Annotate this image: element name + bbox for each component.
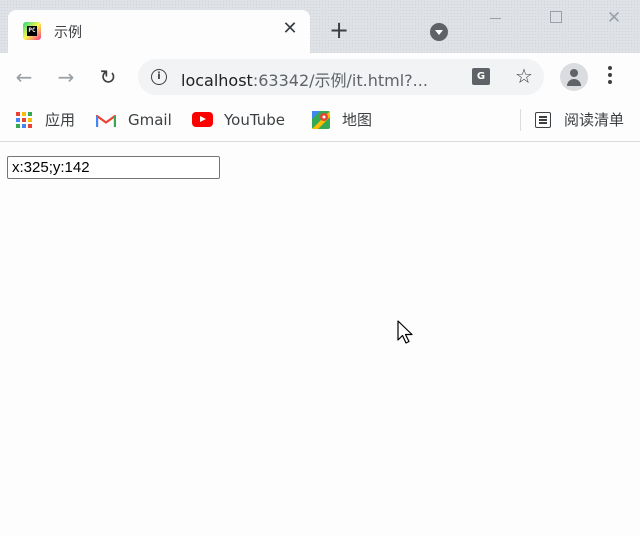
address-bar[interactable]: i localhost:63342/示例/it.html?... G ☆ — [138, 59, 544, 95]
apps-grid-icon — [16, 112, 33, 129]
bookmark-star-icon[interactable]: ☆ — [512, 64, 536, 88]
tab-close-icon[interactable]: ✕ — [280, 19, 300, 39]
coordinates-input[interactable] — [7, 156, 220, 179]
tab-strip: PC 示例 ✕ + ✕ — [0, 0, 640, 53]
reload-button[interactable]: ↻ — [96, 65, 120, 89]
mouse-pointer-icon — [397, 320, 413, 344]
browser-tab[interactable]: PC 示例 ✕ — [8, 10, 310, 53]
bookmark-label: 应用 — [45, 111, 76, 129]
reading-list-icon — [535, 112, 551, 128]
window-close-button[interactable]: ✕ — [604, 8, 624, 28]
site-info-icon[interactable]: i — [151, 69, 167, 85]
bookmark-label: Gmail — [128, 111, 172, 129]
bookmark-label: YouTube — [224, 111, 285, 129]
back-button[interactable]: ← — [12, 65, 36, 89]
gmail-icon — [96, 114, 116, 127]
bookmarks-bar: 应用 Gmail YouTube 地图 阅读清单 — [0, 101, 640, 142]
pycharm-favicon-icon: PC — [23, 22, 41, 40]
bookmarks-divider — [520, 109, 521, 131]
maximize-button[interactable] — [546, 8, 566, 28]
url-text[interactable]: localhost:63342/示例/it.html?... — [181, 67, 428, 91]
tab-search-icon[interactable] — [430, 23, 448, 41]
translate-icon[interactable]: G — [472, 68, 490, 85]
tab-title: 示例 — [54, 25, 82, 41]
page-content — [0, 142, 640, 536]
kebab-menu-icon[interactable] — [607, 66, 613, 88]
url-host: localhost — [181, 71, 253, 90]
url-path: :63342/示例/it.html?... — [252, 71, 428, 90]
forward-button[interactable]: → — [54, 65, 78, 89]
profile-avatar-icon[interactable] — [560, 63, 588, 91]
youtube-icon — [192, 112, 213, 127]
bookmark-label: 地图 — [342, 111, 373, 129]
maps-icon — [312, 111, 330, 129]
new-tab-button[interactable]: + — [328, 18, 350, 42]
browser-toolbar: ← → ↻ i localhost:63342/示例/it.html?... G… — [0, 53, 640, 101]
minimize-button[interactable] — [486, 8, 506, 28]
reading-list-label: 阅读清单 — [564, 111, 625, 129]
